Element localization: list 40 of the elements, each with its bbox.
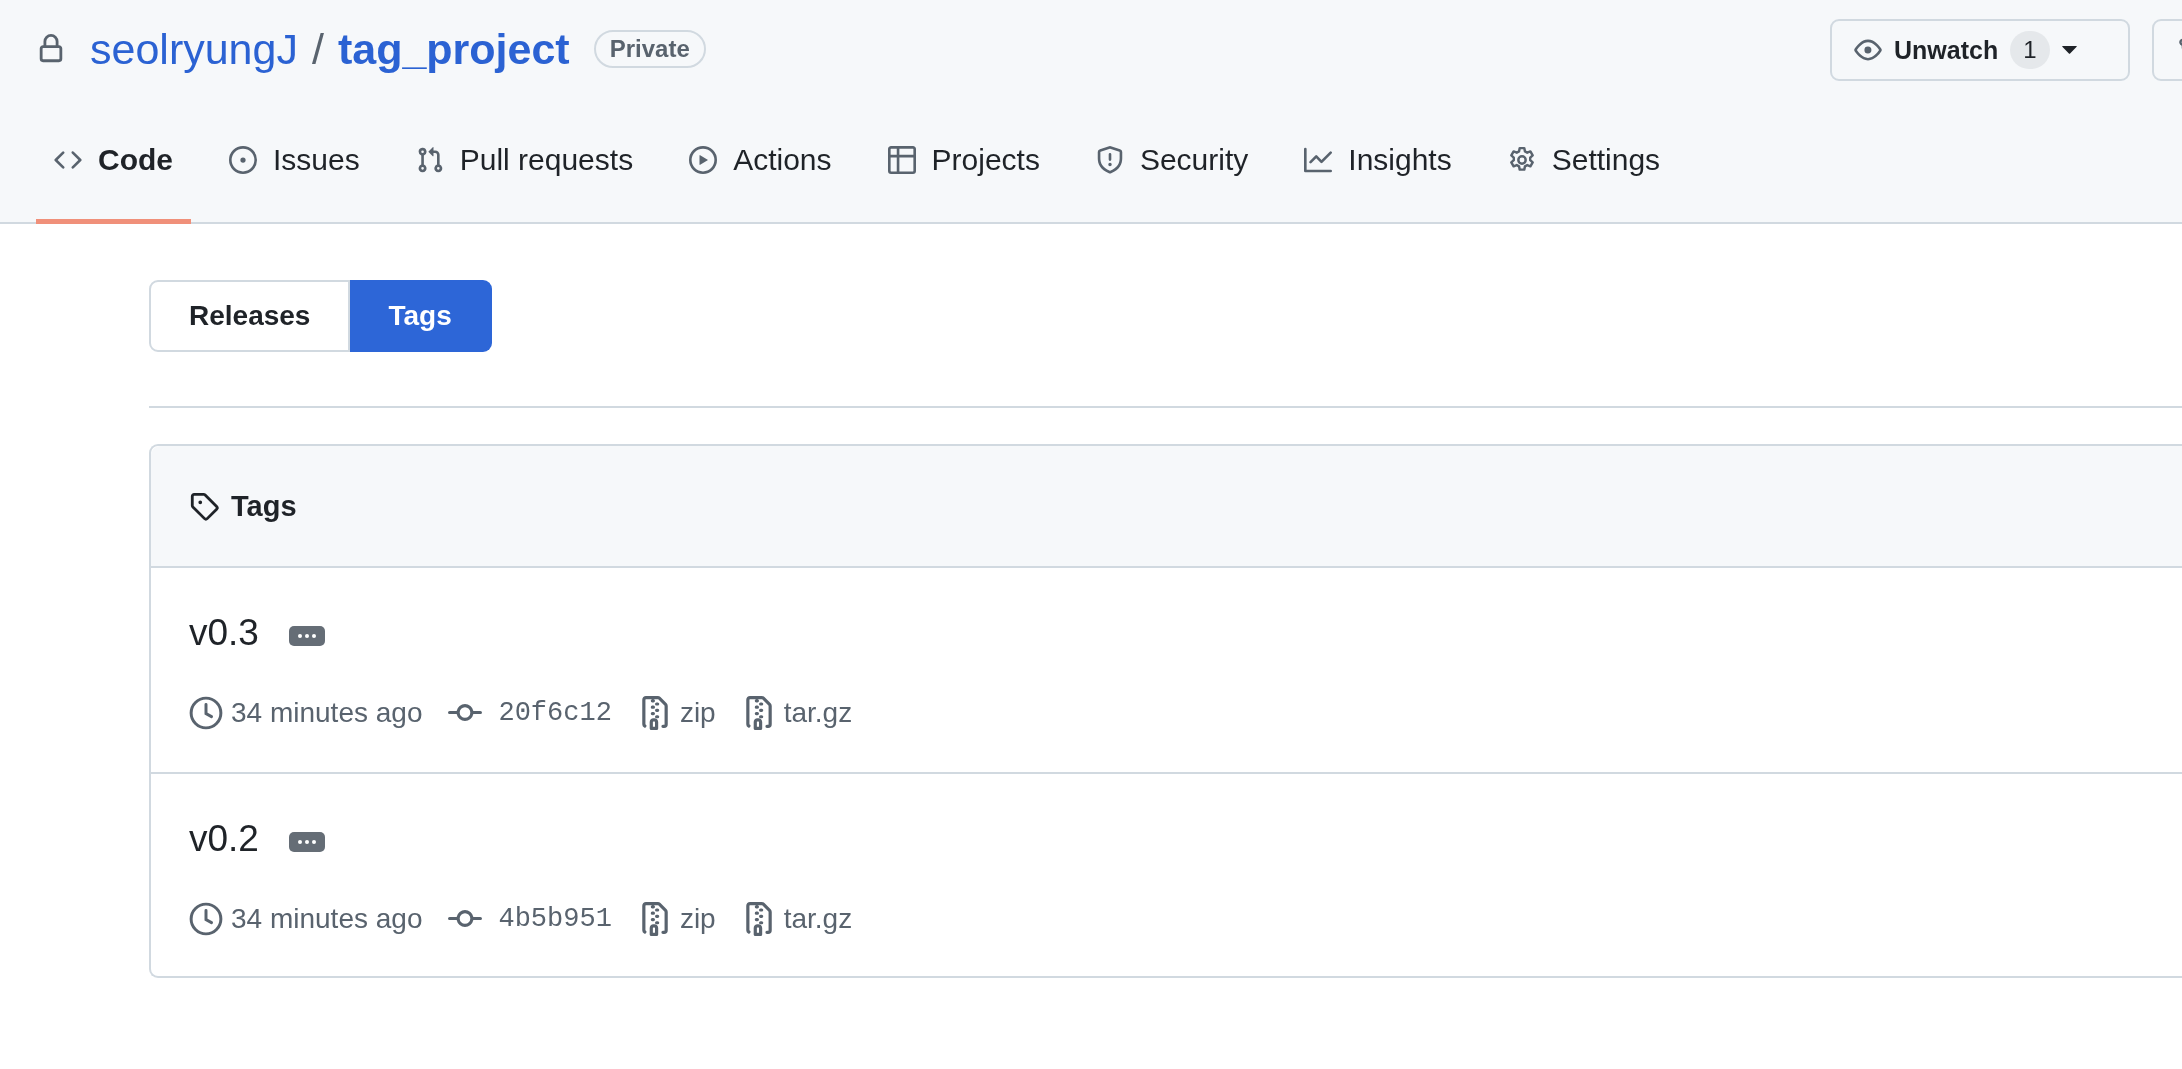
tarball-download-link[interactable]: tar.gz — [783, 697, 853, 729]
clock-icon — [189, 902, 223, 936]
caret-icon — [2061, 46, 2077, 54]
segmented-tab[interactable]: Releases — [149, 280, 351, 352]
visibility-label: Private — [593, 30, 706, 68]
watch-button[interactable]: Unwatch 1 — [1830, 19, 2130, 81]
watcher-count: 1 — [2010, 31, 2050, 69]
repo-tab[interactable]: Code — [36, 100, 191, 224]
tag-name-link[interactable]: v0.3 — [189, 612, 259, 654]
segmented-tab[interactable]: Tags — [350, 280, 492, 352]
more-button[interactable] — [288, 626, 325, 646]
table-icon — [887, 145, 916, 174]
tag-icon — [189, 491, 219, 521]
path-separator: / — [311, 24, 324, 74]
tarball-download-link[interactable]: tar.gz — [783, 903, 853, 935]
line-graph-icon — [1304, 145, 1333, 174]
clock-icon — [189, 696, 223, 730]
repo-tab[interactable]: Issues — [211, 100, 378, 224]
tag-time: 34 minutes ago — [231, 903, 423, 935]
commit-hash-link[interactable]: 20f6c12 — [498, 698, 612, 728]
settings-icon — [1507, 145, 1536, 174]
shield-icon — [1095, 145, 1124, 174]
tag-name-link[interactable]: v0.2 — [189, 818, 259, 860]
repo-tab[interactable]: Actions — [671, 100, 850, 224]
ellipsis-icon — [296, 633, 317, 639]
zip-download-link[interactable]: zip — [679, 697, 716, 729]
ellipsis-icon — [296, 839, 317, 845]
repo-tab[interactable]: Insights — [1286, 100, 1470, 224]
repo-tab[interactable]: Pull requests — [397, 100, 652, 224]
repo-tab[interactable]: Projects — [869, 100, 1058, 224]
repo-tab[interactable]: Settings — [1489, 100, 1679, 224]
tag-time: 34 minutes ago — [231, 697, 423, 729]
commit-hash-link[interactable]: 4b5b951 — [498, 904, 612, 934]
zip-download-link[interactable]: zip — [679, 903, 716, 935]
repo-owner-link[interactable]: seolryungJ — [90, 24, 298, 74]
repo-name-link[interactable]: tag_project — [337, 24, 570, 74]
panel-title: Tags — [231, 489, 297, 523]
more-button[interactable] — [288, 832, 325, 852]
play-icon — [689, 145, 718, 174]
repo-tab[interactable]: Security — [1077, 100, 1267, 224]
